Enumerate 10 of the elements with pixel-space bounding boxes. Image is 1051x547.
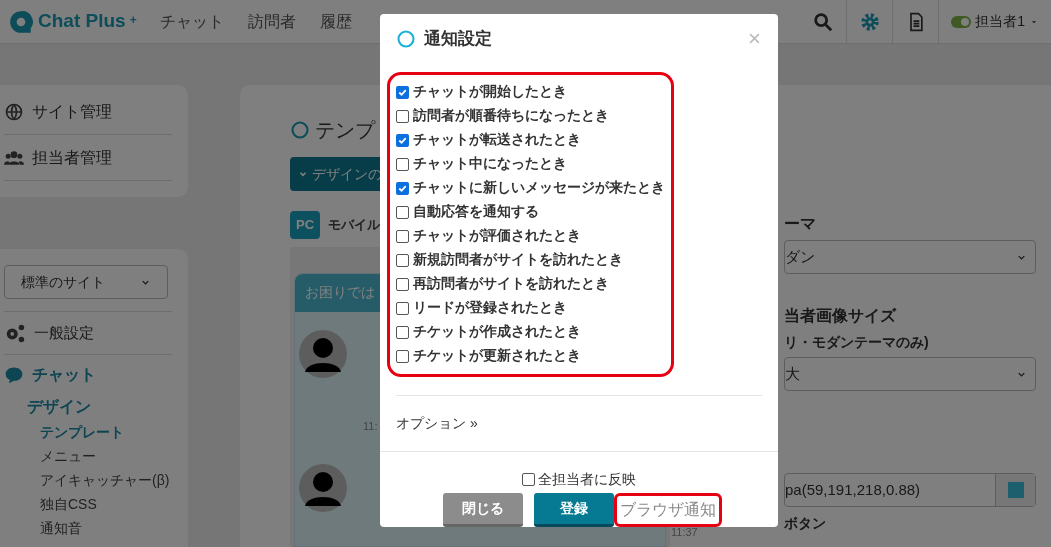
message-time: 11:: [363, 418, 378, 434]
logo-mark: +: [129, 12, 137, 30]
message-time: 11:37: [671, 525, 698, 540]
field-label: 当者画像サイズ: [784, 306, 898, 326]
page-heading: テンプ: [315, 118, 375, 143]
field-note: リ・モダンテーマのみ): [784, 333, 930, 352]
field-label: ボタン: [784, 514, 827, 533]
dialog-title: 通知設定: [424, 28, 492, 50]
field-label: ーマ: [784, 214, 817, 234]
logo-text: Chat Plus: [38, 9, 126, 34]
